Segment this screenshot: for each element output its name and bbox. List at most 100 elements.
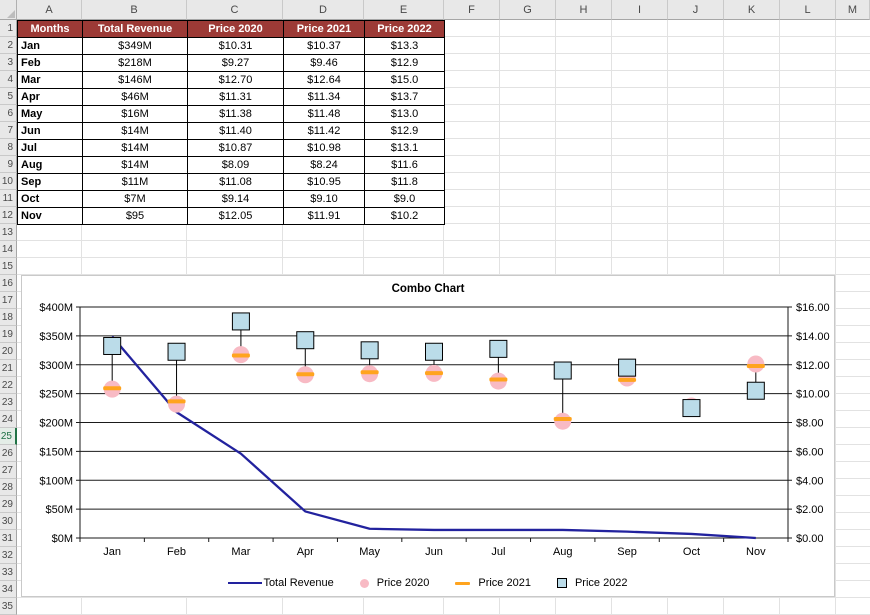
table-cell[interactable]: Jul [18,140,83,157]
table-cell[interactable]: $11.42 [284,123,365,140]
table-cell[interactable]: $11M [83,174,188,191]
table-cell[interactable]: Aug [18,157,83,174]
table-cell[interactable]: $12.05 [188,208,284,225]
table-header-cell[interactable]: Price 2020 [188,21,284,38]
select-all-corner[interactable] [0,0,17,20]
table-cell[interactable]: $9.27 [188,55,284,72]
legend-item-price-2022[interactable]: Price 2022 [557,577,628,589]
table-cell[interactable]: $10.95 [284,174,365,191]
table-cell[interactable]: $146M [83,72,188,89]
row-header-3[interactable]: 3 [0,54,17,71]
row-header-4[interactable]: 4 [0,71,17,88]
table-cell[interactable]: $11.38 [188,106,284,123]
table-cell[interactable]: $14M [83,157,188,174]
table-cell[interactable]: $8.09 [188,157,284,174]
table-cell[interactable]: $10.2 [365,208,445,225]
row-header-27[interactable]: 27 [0,462,17,479]
table-cell[interactable]: $11.08 [188,174,284,191]
table-cell[interactable]: $11.91 [284,208,365,225]
table-cell[interactable]: $9.10 [284,191,365,208]
table-header-cell[interactable]: Price 2021 [284,21,365,38]
row-header-34[interactable]: 34 [0,581,17,598]
table-cell[interactable]: $9.46 [284,55,365,72]
legend-item-total-revenue[interactable]: Total Revenue [228,577,333,589]
row-header-5[interactable]: 5 [0,88,17,105]
table-cell[interactable]: $46M [83,89,188,106]
table-cell[interactable]: $9.14 [188,191,284,208]
table-cell[interactable]: Jun [18,123,83,140]
table-cell[interactable]: Feb [18,55,83,72]
row-header-20[interactable]: 20 [0,343,17,360]
table-cell[interactable]: $9.0 [365,191,445,208]
table-cell[interactable]: Nov [18,208,83,225]
row-header-17[interactable]: 17 [0,292,17,309]
column-header-J[interactable]: J [668,0,724,20]
row-header-16[interactable]: 16 [0,275,17,292]
row-header-8[interactable]: 8 [0,139,17,156]
row-header-31[interactable]: 31 [0,530,17,547]
table-cell[interactable]: $10.31 [188,38,284,55]
table-cell[interactable]: $7M [83,191,188,208]
table-cell[interactable]: $12.70 [188,72,284,89]
table-cell[interactable]: Apr [18,89,83,106]
table-cell[interactable]: Mar [18,72,83,89]
column-header-A[interactable]: A [17,0,82,20]
column-header-F[interactable]: F [444,0,500,20]
table-cell[interactable]: $218M [83,55,188,72]
row-header-25[interactable]: 25 [0,428,17,445]
table-cell[interactable]: $13.1 [365,140,445,157]
row-header-12[interactable]: 12 [0,207,17,224]
table-cell[interactable]: Sep [18,174,83,191]
table-cell[interactable]: $12.9 [365,123,445,140]
row-header-15[interactable]: 15 [0,258,17,275]
table-cell[interactable]: $11.40 [188,123,284,140]
table-cell[interactable]: $349M [83,38,188,55]
table-cell[interactable]: $10.98 [284,140,365,157]
row-header-14[interactable]: 14 [0,241,17,258]
table-cell[interactable]: $16M [83,106,188,123]
row-header-22[interactable]: 22 [0,377,17,394]
table-cell[interactable]: $10.37 [284,38,365,55]
row-header-21[interactable]: 21 [0,360,17,377]
column-header-C[interactable]: C [187,0,283,20]
table-cell[interactable]: $11.31 [188,89,284,106]
column-header-M[interactable]: M [836,0,870,20]
table-cell[interactable]: $10.87 [188,140,284,157]
row-header-29[interactable]: 29 [0,496,17,513]
legend-item-price-2020[interactable]: Price 2020 [360,577,430,589]
column-header-G[interactable]: G [500,0,556,20]
table-cell[interactable]: $11.8 [365,174,445,191]
row-header-24[interactable]: 24 [0,411,17,428]
column-header-H[interactable]: H [556,0,612,20]
row-header-13[interactable]: 13 [0,224,17,241]
table-cell[interactable]: $12.64 [284,72,365,89]
combo-chart[interactable]: Combo Chart $400M$16.00$350M$14.00$300M$… [21,275,835,597]
table-header-cell[interactable]: Total Revenue [83,21,188,38]
table-cell[interactable]: Oct [18,191,83,208]
table-cell[interactable]: $13.7 [365,89,445,106]
row-header-9[interactable]: 9 [0,156,17,173]
table-cell[interactable]: $11.6 [365,157,445,174]
row-header-7[interactable]: 7 [0,122,17,139]
table-cell[interactable]: $11.48 [284,106,365,123]
table-header-cell[interactable]: Months [18,21,83,38]
table-cell[interactable]: $14M [83,140,188,157]
legend-item-price-2021[interactable]: Price 2021 [455,577,531,589]
row-header-6[interactable]: 6 [0,105,17,122]
row-header-18[interactable]: 18 [0,309,17,326]
column-header-I[interactable]: I [612,0,668,20]
row-header-32[interactable]: 32 [0,547,17,564]
row-header-2[interactable]: 2 [0,37,17,54]
column-header-D[interactable]: D [283,0,364,20]
row-header-33[interactable]: 33 [0,564,17,581]
column-header-L[interactable]: L [780,0,836,20]
row-header-26[interactable]: 26 [0,445,17,462]
table-cell[interactable]: $95 [83,208,188,225]
table-cell[interactable]: $11.34 [284,89,365,106]
row-header-30[interactable]: 30 [0,513,17,530]
table-cell[interactable]: $14M [83,123,188,140]
row-header-11[interactable]: 11 [0,190,17,207]
row-header-23[interactable]: 23 [0,394,17,411]
table-cell[interactable]: $13.3 [365,38,445,55]
table-cell[interactable]: $13.0 [365,106,445,123]
